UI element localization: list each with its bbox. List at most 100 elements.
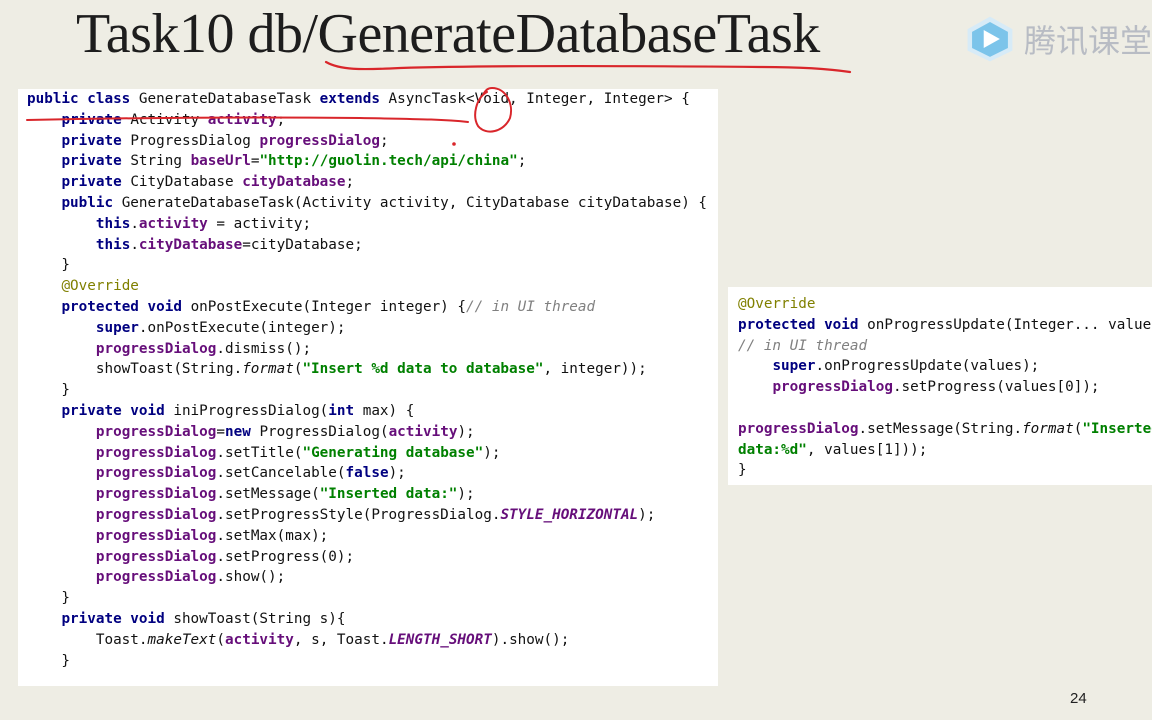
code-token: Toast. bbox=[27, 631, 148, 648]
code-line: showToast(String.format("Insert %d data … bbox=[27, 359, 718, 380]
code-line: private CityDatabase cityDatabase; bbox=[27, 172, 718, 193]
code-token: "Inserted data:" bbox=[319, 486, 458, 503]
code-token: @Override bbox=[61, 278, 139, 295]
code-token: max) { bbox=[362, 402, 415, 419]
code-token: ProgressDialog bbox=[130, 132, 260, 149]
code-token: private bbox=[61, 174, 131, 191]
code-line: public class GenerateDatabaseTask extend… bbox=[27, 89, 718, 110]
code-token: ( bbox=[216, 631, 225, 648]
code-token: Activity bbox=[130, 111, 208, 128]
code-token: "http://guolin.tech/api/china" bbox=[259, 153, 518, 170]
code-token: onPostExecute(Integer integer) { bbox=[190, 298, 467, 315]
code-token: progressDialog bbox=[95, 486, 217, 503]
code-token: GenerateDatabaseTask bbox=[138, 91, 320, 107]
code-token: activity bbox=[388, 423, 458, 440]
code-token: iniProgressDialog( bbox=[173, 402, 329, 419]
code-token: } bbox=[27, 590, 71, 607]
code-token: STYLE_HORIZONTAL bbox=[500, 506, 639, 523]
code-token: protected void bbox=[738, 316, 868, 333]
code-token: } bbox=[738, 462, 747, 479]
code-token: ; bbox=[276, 111, 286, 128]
code-token: = bbox=[216, 423, 225, 440]
code-token: AsyncTask<Void, Integer, Integer> { bbox=[388, 91, 690, 107]
code-token: false bbox=[345, 465, 389, 482]
code-token: .onProgressUpdate(values); bbox=[815, 358, 1040, 375]
code-token: this bbox=[95, 236, 131, 253]
code-token: .setProgressStyle(ProgressDialog. bbox=[216, 506, 501, 523]
code-token: super bbox=[95, 319, 139, 336]
code-token: ; bbox=[345, 174, 355, 191]
code-token: progressDialog bbox=[772, 379, 893, 396]
code-token: .show(); bbox=[216, 569, 286, 586]
code-line: private ProgressDialog progressDialog; bbox=[27, 131, 718, 152]
code-token: cityDatabase bbox=[138, 236, 243, 253]
code-token: progressDialog bbox=[95, 444, 217, 461]
code-token: private bbox=[61, 153, 131, 170]
code-token: progressDialog bbox=[259, 132, 380, 149]
code-token: data:%d" bbox=[738, 441, 807, 458]
code-token: LENGTH_SHORT bbox=[388, 631, 492, 648]
code-token: ).show(); bbox=[491, 631, 570, 648]
code-line: this.cityDatabase=cityDatabase; bbox=[27, 235, 718, 256]
code-token: , values[1])); bbox=[806, 441, 928, 458]
code-line: @Override bbox=[738, 294, 1152, 315]
code-token: progressDialog bbox=[95, 340, 217, 357]
code-token: , s, Toast. bbox=[293, 631, 389, 648]
code-line: progressDialog.show(); bbox=[27, 567, 718, 588]
code-token: .setTitle( bbox=[216, 444, 303, 461]
code-token: progressDialog bbox=[95, 423, 217, 440]
code-line: protected void onPostExecute(Integer int… bbox=[27, 297, 718, 318]
code-token: super bbox=[772, 358, 816, 375]
code-lines-side: @Override protected void onProgressUpdate… bbox=[728, 287, 1152, 481]
code-token: activity bbox=[207, 111, 277, 128]
code-line: progressDialog.setMessage("Inserted data… bbox=[27, 484, 718, 505]
tencent-classroom-logo: 腾讯课堂 bbox=[964, 12, 1152, 66]
code-line: progressDialog.setProgress(0); bbox=[27, 547, 718, 568]
code-token: private bbox=[61, 132, 131, 149]
code-token: ; bbox=[517, 153, 527, 170]
code-line: } bbox=[738, 460, 1152, 481]
code-token: . bbox=[130, 236, 139, 253]
code-line: progressDialog.setTitle("Generating data… bbox=[27, 443, 718, 464]
code-token: baseUrl bbox=[190, 153, 251, 170]
code-line: // in UI thread bbox=[738, 336, 1152, 357]
code-token: // in UI thread bbox=[738, 337, 868, 354]
code-line: private Activity activity; bbox=[27, 110, 718, 131]
code-token: ProgressDialog( bbox=[259, 423, 389, 440]
page-number: 24 bbox=[1070, 690, 1087, 707]
code-token: progressDialog bbox=[95, 506, 217, 523]
code-token: CityDatabase bbox=[130, 174, 243, 191]
code-token: cityDatabase bbox=[242, 174, 346, 191]
code-token: int bbox=[328, 402, 363, 419]
code-token: // in UI thread bbox=[466, 298, 596, 315]
code-line: private String baseUrl="http://guolin.te… bbox=[27, 151, 718, 172]
code-token: ); bbox=[388, 465, 406, 482]
code-token: } bbox=[27, 652, 71, 669]
code-panel-side: @Override protected void onProgressUpdate… bbox=[728, 287, 1152, 485]
play-icon bbox=[967, 16, 1013, 62]
code-line: super.onProgressUpdate(values); bbox=[738, 356, 1152, 377]
code-token: showToast(String. bbox=[27, 361, 243, 378]
code-line: protected void onProgressUpdate(Integer.… bbox=[738, 315, 1152, 336]
code-token: "Generating database" bbox=[302, 444, 484, 461]
code-token: activity bbox=[225, 631, 294, 648]
code-token: new bbox=[225, 423, 260, 440]
code-token: ); bbox=[638, 506, 656, 523]
code-token: .setMax(max); bbox=[216, 527, 329, 544]
slide-title: Task10 db/GenerateDatabaseTask bbox=[76, 3, 820, 65]
code-line: data:%d", values[1])); bbox=[738, 440, 1152, 461]
